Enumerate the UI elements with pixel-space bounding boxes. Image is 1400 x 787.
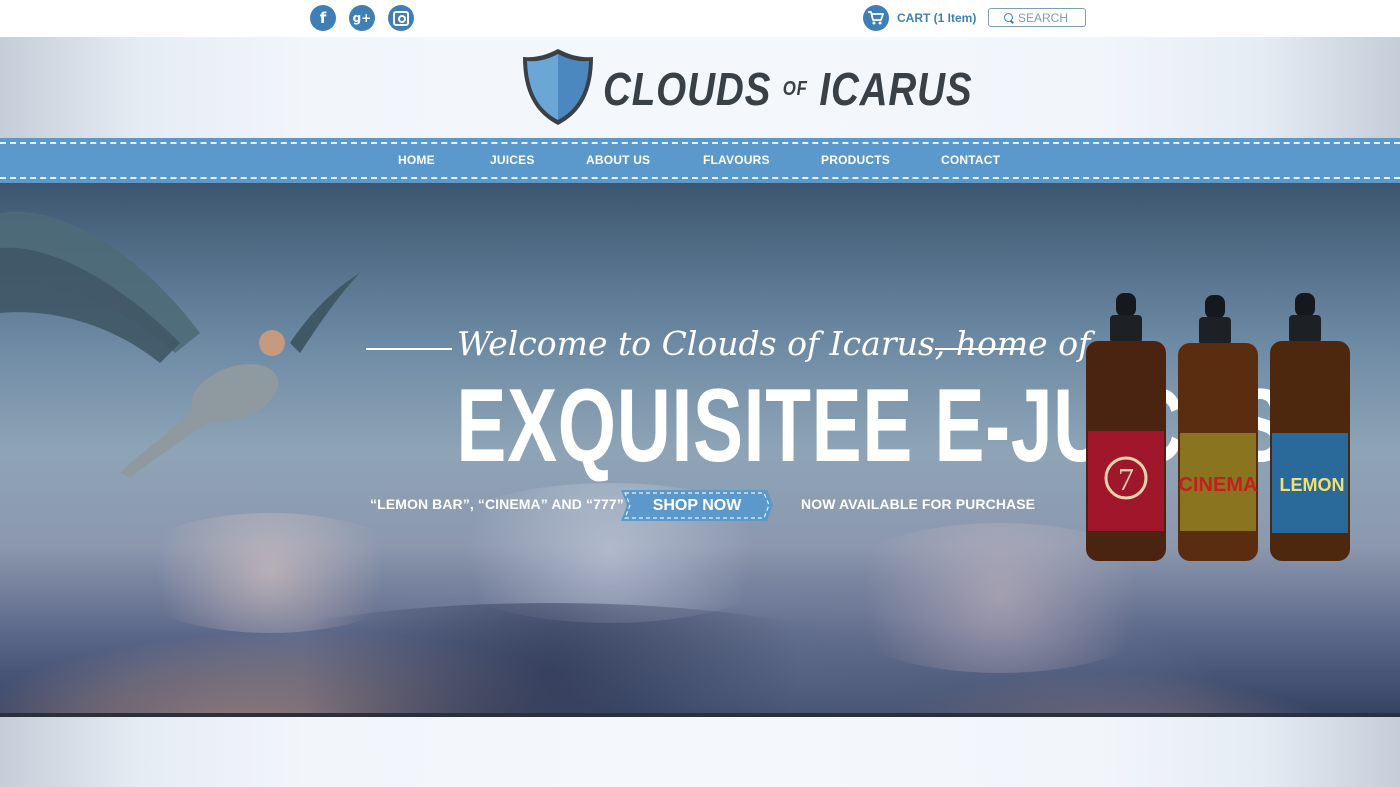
footer-band [0,717,1400,787]
welcome-text: Welcome to Clouds of Icarus, home of [457,324,1091,363]
top-utility-bar: f g+ CART (1 Item) [0,0,1400,37]
hero-headline: EXQUISITEE E-JUICES! [456,368,1312,484]
search-input[interactable] [1018,10,1082,25]
search-icon [1004,13,1013,22]
nav-item-contact[interactable]: CONTACT [941,153,1000,167]
svg-text:CINEMA: CINEMA [1179,474,1258,496]
nav-item-about-us[interactable]: ABOUT US [586,153,650,167]
search-box[interactable] [988,8,1086,27]
welcome-heading: Welcome to Clouds of Icarus, home of [365,319,1091,369]
shield-logo-icon[interactable] [521,47,595,127]
winged-icarus-illustration [0,211,360,478]
google-plus-icon[interactable]: g+ [349,5,375,31]
cart-icon[interactable] [863,5,889,31]
hero-banner: Welcome to Clouds of Icarus, home of EXQ… [0,183,1400,717]
nav-item-products[interactable]: PRODUCTS [821,153,890,167]
brand-logo-text[interactable]: CLOUDS OF ICARUS [603,61,973,117]
instagram-icon[interactable] [388,5,414,31]
availability-text: NOW AVAILABLE FOR PURCHASE [801,496,1036,512]
nav-item-flavours[interactable]: FLAVOURS [703,153,770,167]
welcome-divider-left [366,348,452,350]
nav-item-juices[interactable]: JUICES [490,153,535,167]
welcome-divider-right [935,348,1023,350]
product-bottles-image: 7 CINEMA LEMON [1086,293,1350,561]
header-band: CLOUDS OF ICARUS [0,37,1400,138]
facebook-icon[interactable]: f [310,5,336,31]
svg-text:7: 7 [1118,461,1134,497]
svg-text:LEMON: LEMON [1280,475,1345,495]
main-nav: HOME JUICES ABOUT US FLAVOURS PRODUCTS C… [0,138,1400,183]
cart-link[interactable]: CART (1 Item) [897,11,976,25]
cart-label: CART [897,11,931,25]
flavors-text: “LEMON BAR”, “CINEMA” AND “777” [370,496,624,512]
shop-now-button[interactable]: SHOP NOW [621,488,773,523]
cart-item-count: (1 Item) [933,11,977,25]
nav-item-home[interactable]: HOME [398,153,435,167]
